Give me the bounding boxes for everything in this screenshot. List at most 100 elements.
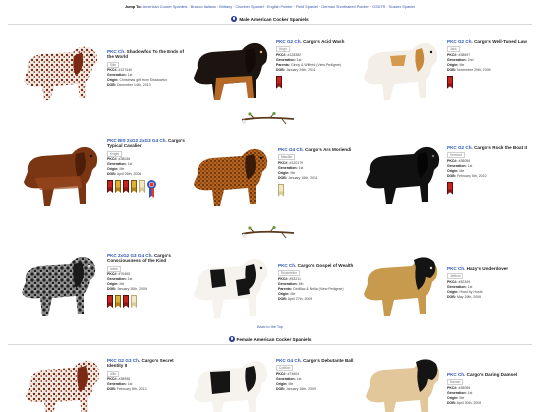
jump-link-sussex[interactable]: Sussex Spaniel	[389, 5, 415, 9]
parents-value[interactable]: Ginny & Wilfred (View Pedigree)	[291, 63, 341, 67]
dog-title[interactable]: PKC Ch. Cargo's Gospel of Wealth	[278, 263, 360, 268]
dog-title[interactable]: PKC Ch. Shadowfox To the Ends of the Wor…	[107, 49, 187, 60]
pkc-number: #38036	[118, 157, 131, 162]
jump-link-field-spaniel[interactable]: Field Spaniel	[296, 5, 318, 9]
dog-photo[interactable]	[360, 36, 444, 104]
dob-label: DOB:	[276, 386, 285, 391]
jump-link-clumber[interactable]: Clumber Spaniel	[236, 5, 264, 9]
origin-value: Hired by Hoshi	[459, 289, 483, 294]
dob-value: May 29th, 2006	[456, 294, 482, 299]
dog-title[interactable]: PKC G2 Ch. Cargo's Acid Wash	[276, 39, 358, 44]
call-name-badge: Maudlin	[278, 154, 296, 161]
pkc-number: #128382	[287, 52, 302, 57]
dog-title[interactable]: PKC G2 Ch. Cargo's Well-Tuned Law	[447, 39, 529, 44]
generation-value: 1st	[467, 163, 473, 168]
jump-to-bar: Jump To: American Cocker Spaniels · Brac…	[125, 5, 415, 9]
call-name-badge: Cotillion	[276, 365, 294, 372]
generation-value: 1st	[467, 284, 473, 289]
origin-label: Origin:	[276, 381, 288, 386]
best-in-show-rosette-icon	[147, 180, 156, 190]
jump-link-brittany[interactable]: Brittany	[219, 5, 232, 9]
dog-name: Cargo's Debutante Ball	[303, 358, 354, 363]
dog-photo[interactable]	[190, 352, 276, 412]
dog-photo[interactable]	[362, 138, 446, 208]
pkc-label: PKC#:	[447, 385, 458, 390]
generation-value: 1st	[298, 165, 304, 170]
dog-prefix: PKC G4 Ch.	[278, 147, 304, 152]
pkc-number: #120179	[289, 160, 304, 165]
dog-prefix: PKC G2 G3 Ch.	[107, 358, 141, 363]
award-ribbon	[115, 180, 121, 194]
dog-title[interactable]: PKC BIS 2xG2 2xG3 G4 Ch. Cargo's Typical…	[107, 138, 189, 149]
generation-label: Generation:	[447, 284, 467, 289]
dob-value: February 8th, 2013	[116, 387, 147, 392]
generation-value: 1st	[296, 57, 302, 62]
origin-value: Me	[290, 291, 296, 296]
section-header-female: Female American Cocker Spaniels	[0, 335, 540, 343]
origin-value: Me	[288, 381, 294, 386]
dob-value: April 27th, 2009	[287, 296, 313, 301]
dog-prefix: PKC Ch.	[447, 266, 466, 271]
jump-link-bracco[interactable]: Bracco Italiano	[191, 5, 216, 9]
dog-prefix: PKC 2xG2 G3 G4 Ch.	[107, 253, 153, 258]
dog-title[interactable]: PKC Ch. Cargo's Daring Damsel	[447, 372, 529, 377]
parents-value[interactable]: Cedillac & Nella (View Pedigree)	[293, 287, 344, 291]
dob-label: DOB:	[276, 67, 285, 72]
jump-link-english-pointer[interactable]: English Pointer	[267, 5, 293, 9]
dob-value: December 14th, 2013	[116, 83, 151, 88]
generation-label: Generation:	[107, 277, 127, 282]
dog-prefix: PKC G4 Ch.	[276, 358, 302, 363]
branch-divider-icon	[241, 226, 295, 239]
dob-label: DOB:	[447, 67, 456, 72]
dog-photo[interactable]	[190, 140, 276, 210]
origin-label: Origin:	[107, 167, 119, 172]
dog-photo[interactable]	[190, 250, 276, 322]
back-to-top-link[interactable]: Back to the Top	[0, 325, 540, 329]
generation-label: Generation:	[278, 165, 298, 170]
origin-label: Origin:	[447, 168, 459, 173]
divider	[8, 344, 532, 345]
dob-value: February 6th, 2010	[456, 173, 487, 178]
dob-label: DOB:	[107, 287, 116, 292]
award-ribbon	[276, 75, 282, 89]
dog-prefix: PKC BIS 2xG2 2xG3 G4 Ch.	[107, 138, 167, 143]
pkc-number: #38998	[118, 377, 131, 382]
origin-label: Origin:	[447, 395, 459, 400]
pkc-label: PKC#:	[276, 52, 287, 57]
dog-title[interactable]: PKC G4 Ch. Cargo's Ars Moriendi	[278, 147, 360, 152]
dog-title[interactable]: PKC G4 Ch. Cargo's Debutante Ball	[276, 358, 358, 363]
jump-label: Jump To:	[125, 5, 142, 9]
pkc-label: PKC#:	[278, 160, 289, 165]
award-ribbon	[139, 180, 145, 194]
pkc-label: PKC#:	[107, 68, 118, 73]
jump-link-gsdtr[interactable]: GSDTR	[372, 5, 385, 9]
generation-value: 1st	[467, 390, 473, 395]
jump-link-american-cocker[interactable]: American Cocker Spaniels	[143, 5, 188, 9]
dog-title[interactable]: PKC G2 Ch. Cargo's Rock the Boat II	[447, 145, 529, 150]
dog-photo[interactable]	[362, 352, 446, 412]
jump-link-gsp[interactable]: German Shorthaired Pointer	[321, 5, 369, 9]
pkc-number: #76455	[118, 272, 131, 277]
dob-value: January 24th, 2011	[285, 67, 316, 72]
dob-label: DOB:	[447, 294, 456, 299]
dob-label: DOB:	[447, 400, 456, 405]
dog-name: Cargo's Rock the Boat II	[474, 145, 527, 150]
dob-value: January 16th, 2011	[287, 175, 318, 180]
divider	[8, 24, 532, 25]
dog-photo[interactable]	[360, 250, 446, 320]
generation-value: 2nd	[467, 57, 474, 62]
dog-photo[interactable]	[18, 248, 104, 320]
dog-photo[interactable]	[20, 38, 102, 104]
dog-title[interactable]: PKC G2 G3 Ch. Cargo's Secret Identity II	[107, 358, 189, 369]
dog-photo[interactable]	[190, 34, 274, 104]
pkc-label: PKC#:	[276, 371, 287, 376]
dog-title[interactable]: PKC 2xG2 G3 G4 Ch. Cargo's Consciousness…	[107, 253, 189, 264]
dog-title[interactable]: PKC Ch. Hazy's Underdover	[447, 266, 529, 271]
generation-value: 4th	[298, 281, 304, 286]
dog-photo[interactable]	[20, 138, 104, 210]
call-name-badge: Icebe	[107, 265, 121, 272]
pkc-number: #82349	[458, 279, 471, 284]
award-ribbon	[123, 295, 129, 309]
dog-photo[interactable]	[22, 352, 104, 412]
generation-label: Generation:	[447, 57, 467, 62]
